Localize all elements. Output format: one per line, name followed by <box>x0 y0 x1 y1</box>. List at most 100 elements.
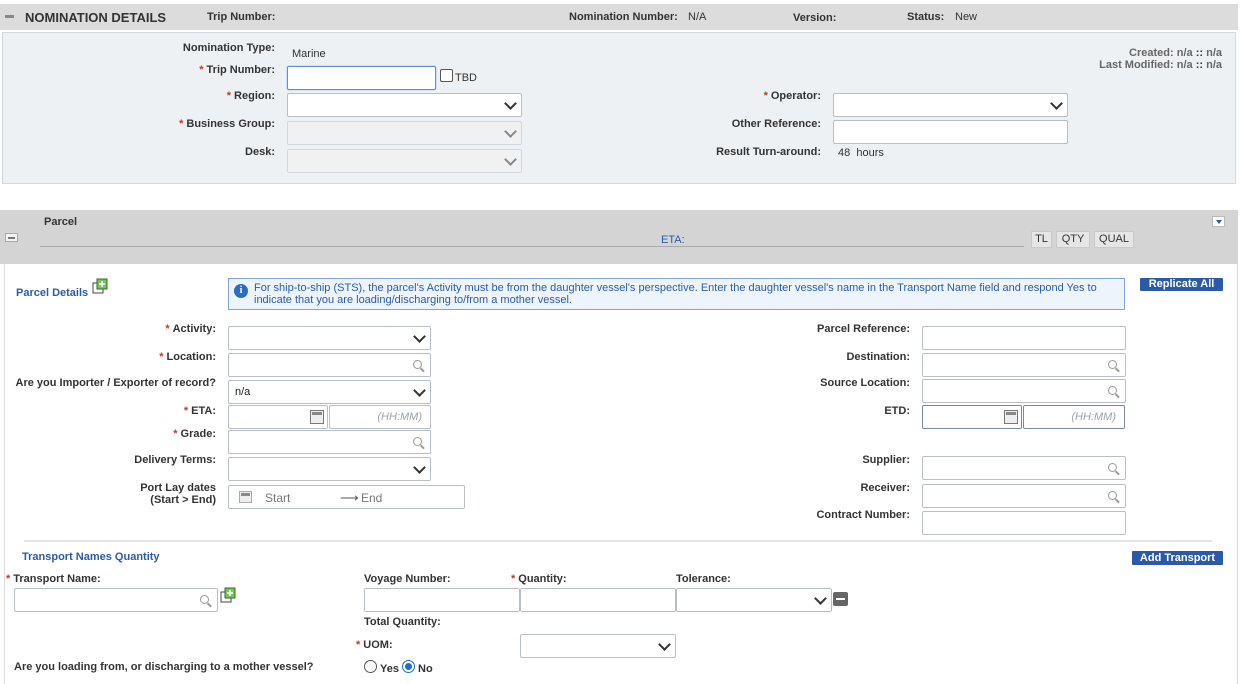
chevron-down-icon <box>658 638 671 651</box>
parcel-bar-divider <box>40 246 1024 247</box>
operator-select[interactable] <box>833 93 1068 117</box>
expand-down-icon[interactable] <box>1212 216 1225 227</box>
importer-exporter-select[interactable]: n/a <box>228 380 431 404</box>
calendar-icon[interactable] <box>310 410 324 424</box>
replicate-all-button[interactable]: Replicate All <box>1140 278 1223 291</box>
destination-label: Destination: <box>846 351 910 363</box>
source-location-label: Source Location: <box>820 377 910 389</box>
search-icon <box>413 360 422 369</box>
delivery-terms-select[interactable] <box>228 457 431 481</box>
voyage-number-input[interactable] <box>364 588 520 612</box>
destination-input[interactable] <box>922 353 1126 377</box>
copy-parcel-icon[interactable] <box>92 278 108 294</box>
chevron-down-icon <box>504 153 517 166</box>
region-select[interactable] <box>287 93 522 117</box>
sts-info-text: For ship-to-ship (STS), the parcel's Act… <box>254 282 1097 306</box>
mother-vessel-no-label: No <box>418 663 433 675</box>
other-reference-input[interactable] <box>833 120 1068 144</box>
trip-number-label: * Trip Number: <box>199 64 275 76</box>
chevron-down-icon <box>814 592 827 605</box>
port-lay-range-input[interactable]: Start ⟶ End <box>228 485 465 509</box>
copy-transport-icon[interactable] <box>220 587 236 603</box>
contract-number-input[interactable] <box>922 511 1126 535</box>
receiver-input[interactable] <box>922 484 1126 508</box>
location-input[interactable] <box>228 353 431 377</box>
activity-select[interactable] <box>228 326 431 350</box>
tbd-checkbox[interactable] <box>440 69 453 82</box>
search-icon <box>1108 360 1117 369</box>
eta-date-input[interactable] <box>228 405 328 429</box>
mother-vessel-yes-label: Yes <box>380 663 399 675</box>
header-nomination-number-value: N/A <box>688 11 707 23</box>
last-modified-info: Last Modified: n/a :: n/a <box>1099 59 1222 71</box>
qty-button[interactable]: QTY <box>1056 231 1090 248</box>
calendar-icon[interactable] <box>1004 410 1018 424</box>
result-turnaround-value: 48 hours <box>838 147 884 159</box>
tl-button[interactable]: TL <box>1031 231 1052 248</box>
end-placeholder: End <box>361 491 383 505</box>
mother-vessel-label: Are you loading from, or discharging to … <box>14 661 314 673</box>
voyage-number-label: Voyage Number: <box>364 573 451 585</box>
tolerance-select[interactable] <box>676 588 832 612</box>
mother-vessel-yes-radio[interactable] <box>364 660 377 673</box>
header-status-label: Status: <box>907 11 945 23</box>
nomination-type-label: Nomination Type: <box>182 42 275 54</box>
chevron-down-icon <box>413 461 426 474</box>
parcel-reference-input[interactable] <box>922 326 1126 350</box>
other-reference-label: Other Reference: <box>731 118 821 130</box>
arrow-right-icon: ⟶ <box>340 490 359 505</box>
search-icon <box>1108 491 1117 500</box>
parcel-details-label: Parcel Details <box>16 287 89 299</box>
eta-time-input[interactable]: (HH:MM) <box>329 405 431 429</box>
remove-transport-button[interactable] <box>833 592 848 606</box>
uom-select[interactable] <box>520 634 676 658</box>
mother-vessel-no-radio[interactable] <box>402 660 415 673</box>
search-icon <box>1108 386 1117 395</box>
uom-label: * UOM: <box>356 639 393 651</box>
parcel-title: Parcel <box>44 216 78 228</box>
desk-select[interactable] <box>287 149 522 173</box>
transport-section-label: Transport Names Quantity <box>22 551 160 563</box>
grade-input[interactable] <box>228 430 431 454</box>
parcel-eta-label: ETA: <box>661 234 685 246</box>
total-quantity-label: Total Quantity: <box>364 616 441 628</box>
importer-exporter-label: Are you Importer / Exporter of record? <box>15 377 216 389</box>
etd-date-input[interactable] <box>922 405 1022 429</box>
business-group-select[interactable] <box>287 121 522 145</box>
add-transport-button[interactable]: Add Transport <box>1132 551 1223 565</box>
chevron-down-icon <box>504 97 517 110</box>
qual-button[interactable]: QUAL <box>1094 231 1134 248</box>
transport-name-input[interactable] <box>14 588 218 612</box>
trip-number-input[interactable] <box>287 66 436 90</box>
tbd-label: TBD <box>455 72 477 84</box>
business-group-label: * Business Group: <box>179 118 275 130</box>
calendar-icon[interactable] <box>239 491 252 503</box>
supplier-input[interactable] <box>922 456 1126 480</box>
search-icon <box>1108 463 1117 472</box>
search-icon <box>200 595 209 604</box>
minus-icon <box>836 598 845 600</box>
port-lay-dates-label: Port Lay dates (Start > End) <box>140 482 216 506</box>
chevron-down-icon <box>1050 97 1063 110</box>
supplier-label: Supplier: <box>862 454 910 466</box>
parcel-bar <box>0 210 1238 264</box>
chevron-down-icon <box>413 330 426 343</box>
contract-number-label: Contract Number: <box>816 509 910 521</box>
header-trip-number-label: Trip Number: <box>207 11 276 23</box>
parcel-reference-label: Parcel Reference: <box>817 323 910 335</box>
start-placeholder: Start <box>265 491 291 505</box>
region-label: * Region: <box>226 90 275 102</box>
etd-time-input[interactable]: (HH:MM) <box>1023 405 1125 429</box>
grade-label: * Grade: <box>173 428 216 440</box>
receiver-label: Receiver: <box>860 482 910 494</box>
chevron-down-icon <box>504 125 517 138</box>
chevron-down-icon <box>413 384 426 397</box>
result-turnaround-label: Result Turn-around: <box>716 146 821 158</box>
collapse-icon[interactable] <box>5 15 14 18</box>
parcel-collapse-icon[interactable] <box>5 233 18 242</box>
header-nomination-number-label: Nomination Number: <box>569 11 678 23</box>
quantity-input[interactable] <box>520 588 676 612</box>
header-version-label: Version: <box>793 12 837 24</box>
page-title: NOMINATION DETAILS <box>25 10 167 25</box>
source-location-input[interactable] <box>922 379 1126 403</box>
